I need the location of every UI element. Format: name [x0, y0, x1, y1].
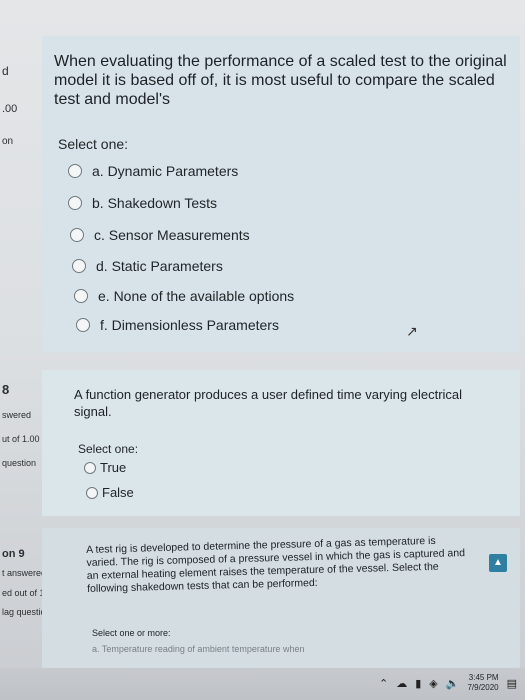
chevron-up-icon[interactable]: ⌃ [379, 677, 388, 690]
system-tray: ⌃ ☁ ▮ ◈ 🔈 3:45 PM 7/9/2020 ▤ [379, 673, 517, 693]
mouse-cursor-icon: ↗ [406, 323, 418, 339]
radio-icon[interactable] [70, 228, 84, 242]
q1-score-fragment: .00 [2, 103, 18, 115]
radio-icon[interactable] [76, 318, 90, 332]
q1-option-c-label: c. Sensor Measurements [94, 227, 250, 243]
radio-icon[interactable] [86, 486, 98, 499]
q1-option-d-label: d. Static Parameters [96, 258, 223, 274]
q1-option-a[interactable]: a. Dynamic Parameters [68, 163, 238, 179]
q1-option-d[interactable]: d. Static Parameters [72, 258, 223, 274]
q1-flag-fragment[interactable]: on [2, 136, 13, 147]
q3-option-a-partial[interactable]: a. Temperature reading of ambient temper… [92, 644, 304, 654]
q2-number: 8 [2, 382, 10, 397]
question-3-text: A test rig is developed to determine the… [86, 534, 466, 595]
q1-select-label: Select one: [58, 136, 129, 152]
q2-status: swered [2, 410, 32, 420]
q1-option-e[interactable]: e. None of the available options [74, 288, 294, 304]
clock[interactable]: 3:45 PM 7/9/2020 [467, 673, 498, 693]
q3-status: t answered [2, 568, 47, 578]
question-1-text: When evaluating the performance of a sca… [54, 53, 507, 108]
taskbar: ⌃ ☁ ▮ ◈ 🔈 3:45 PM 7/9/2020 ▤ [0, 668, 525, 700]
cloud-icon[interactable]: ☁ [396, 677, 407, 690]
radio-icon[interactable] [68, 164, 82, 178]
question-2-text: A function generator produces a user def… [74, 387, 463, 419]
question-3-card: A test rig is developed to determine the… [42, 528, 520, 668]
wifi-icon[interactable]: ◈ [429, 677, 437, 690]
q2-flag-question[interactable]: question [2, 458, 36, 468]
q2-select-label: Select one: [78, 442, 139, 456]
volume-icon[interactable]: 🔈 [446, 677, 460, 690]
question-info-sidebar: d .00 on 8 swered ut of 1.00 question on… [0, 0, 57, 700]
q1-option-c[interactable]: c. Sensor Measurements [70, 227, 250, 243]
q2-option-true-label: True [100, 460, 127, 475]
q1-status-fragment: d [2, 64, 9, 78]
clock-date: 7/9/2020 [467, 683, 499, 692]
radio-icon[interactable] [74, 289, 88, 303]
q2-option-false[interactable]: False [86, 485, 134, 500]
battery-icon[interactable]: ▮ [415, 677, 421, 690]
q1-option-b-label: b. Shakedown Tests [92, 195, 218, 211]
quiz-page: d .00 on 8 swered ut of 1.00 question on… [0, 0, 525, 700]
clock-time: 3:45 PM [468, 673, 499, 682]
radio-icon[interactable] [72, 259, 86, 273]
q2-option-false-label: False [102, 485, 134, 500]
q2-option-true[interactable]: True [84, 460, 126, 475]
q1-option-e-label: e. None of the available options [98, 288, 295, 304]
radio-icon[interactable] [68, 196, 82, 210]
question-2-card: A function generator produces a user def… [42, 370, 520, 516]
q1-option-b[interactable]: b. Shakedown Tests [68, 195, 217, 211]
q2-score: ut of 1.00 [2, 434, 40, 444]
q3-number: on 9 [2, 548, 25, 560]
question-1-card: When evaluating the performance of a sca… [42, 36, 520, 352]
q1-option-f-label: f. Dimensionless Parameters [100, 317, 279, 333]
q1-option-f[interactable]: f. Dimensionless Parameters [76, 317, 279, 333]
scroll-up-button[interactable]: ▲ [489, 554, 507, 572]
q1-option-a-label: a. Dynamic Parameters [92, 163, 239, 179]
q3-select-label: Select one or more: [92, 628, 171, 638]
radio-icon[interactable] [84, 461, 96, 474]
notification-icon[interactable]: ▤ [507, 677, 517, 690]
